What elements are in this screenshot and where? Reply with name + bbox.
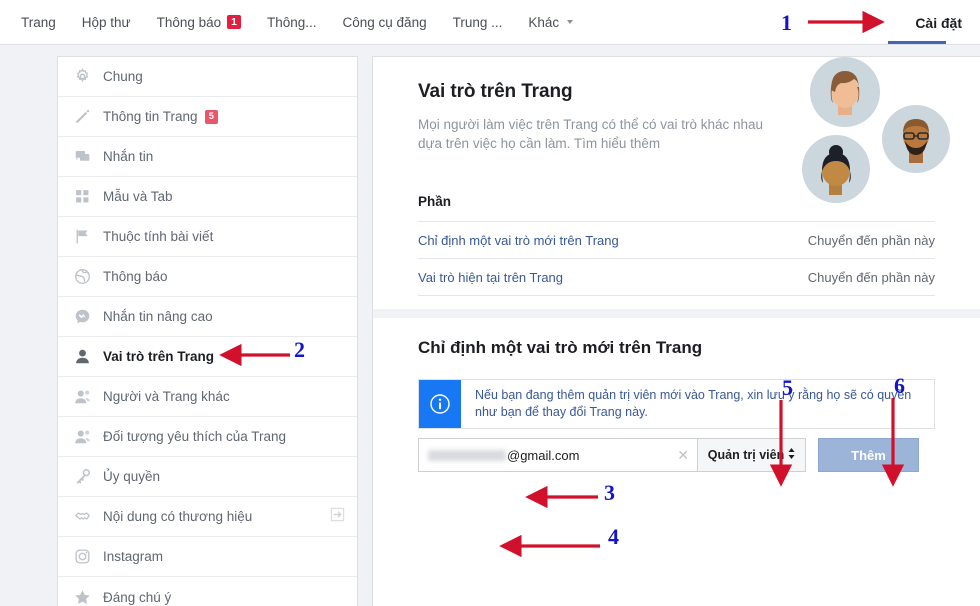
- page-root: Trang Hộp thư Thông báo 1 Thông... Công cụ đă…: [0, 0, 980, 606]
- annotation-number-3: 3: [604, 480, 615, 505]
- annotation-number-4: 4: [608, 524, 619, 549]
- annotation-number-2: 2: [294, 337, 305, 362]
- annotation-number-6: 6: [894, 373, 905, 398]
- annotation-arrows: [219, 10, 905, 558]
- annotation-number-1: 1: [781, 10, 792, 35]
- annotation-number-5: 5: [782, 375, 793, 400]
